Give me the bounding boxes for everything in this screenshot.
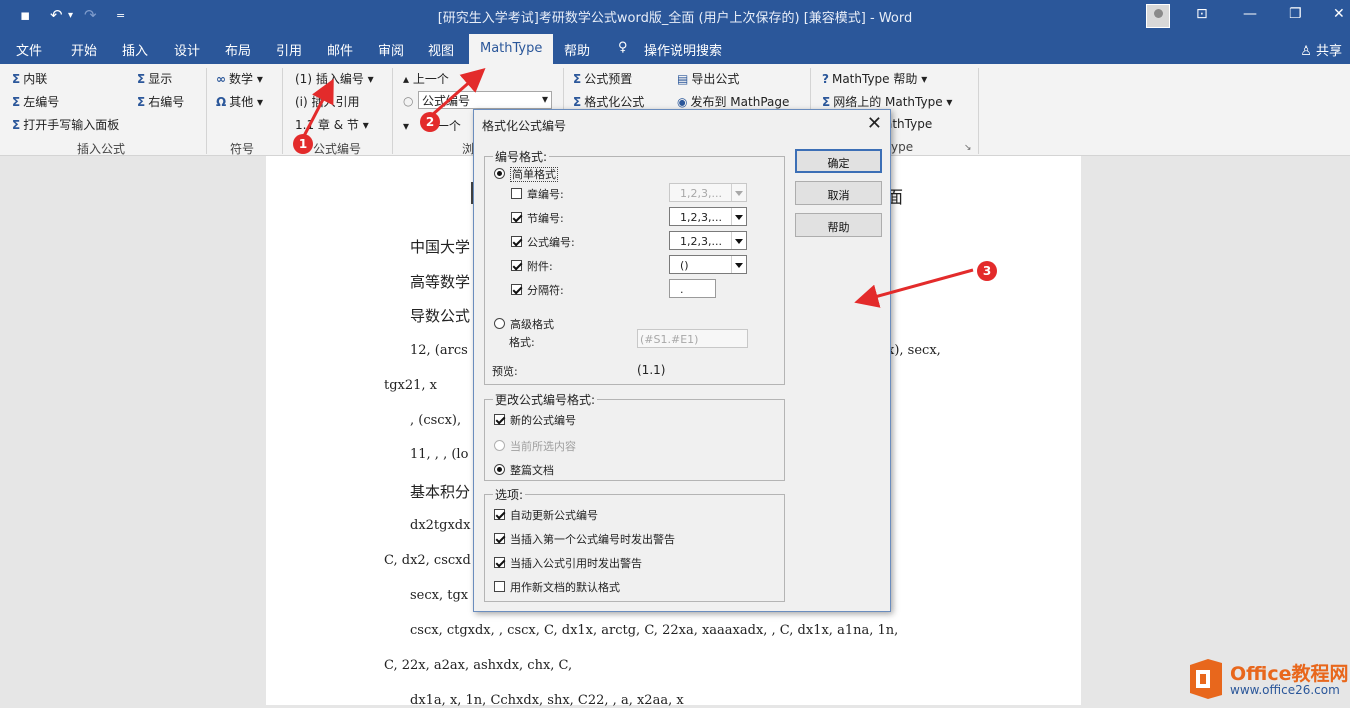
arrow-to-mathtype-tab bbox=[431, 68, 486, 117]
step-badge-3: 3 bbox=[977, 261, 997, 281]
site-watermark: Office教程网 www.office26.com bbox=[1182, 655, 1349, 703]
watermark-url: www.office26.com bbox=[1230, 683, 1340, 697]
annotation-arrows bbox=[302, 68, 974, 308]
office-logo-icon bbox=[1190, 659, 1222, 699]
step-badge-1: 1 bbox=[293, 134, 313, 154]
step-badge-2: 2 bbox=[420, 112, 440, 132]
watermark-brand: Office教程网 bbox=[1230, 663, 1349, 685]
arrow-to-dialog bbox=[854, 268, 974, 308]
arrow-to-insert-number bbox=[302, 78, 334, 137]
